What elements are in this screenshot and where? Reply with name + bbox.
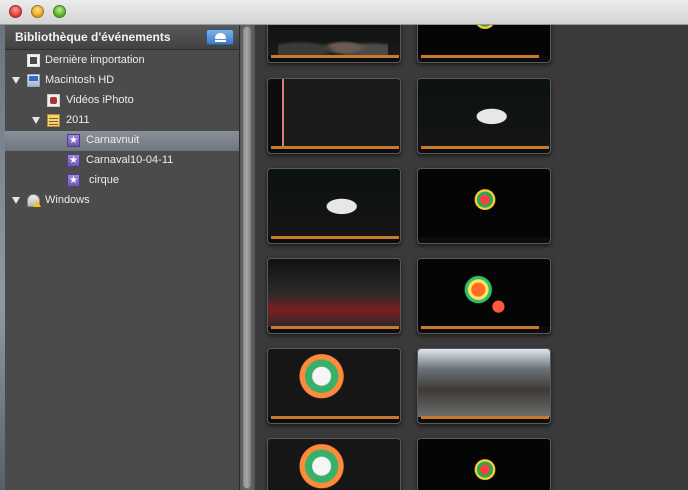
eject-icon bbox=[215, 33, 226, 39]
event-star-icon: ★ bbox=[67, 154, 80, 167]
event-star-icon: ★ bbox=[67, 174, 80, 187]
scrollbar-thumb[interactable] bbox=[243, 27, 251, 488]
sidebar-item-label: cirque bbox=[89, 174, 119, 186]
hard-drive-icon bbox=[27, 74, 40, 87]
sidebar-title: Bibliothèque d'événements bbox=[15, 30, 171, 44]
event-browser bbox=[255, 25, 688, 490]
video-clip-thumbnail[interactable] bbox=[267, 438, 401, 490]
video-clip-thumbnail[interactable] bbox=[417, 78, 551, 154]
calendar-icon bbox=[47, 114, 60, 127]
video-clip-thumbnail[interactable] bbox=[267, 25, 401, 63]
event-library-sidebar: Bibliothèque d'événements Dernière impor… bbox=[5, 25, 239, 490]
sidebar-item-windows[interactable]: Windows bbox=[5, 191, 239, 211]
video-clip-thumbnail[interactable] bbox=[417, 25, 551, 63]
disclosure-triangle-icon[interactable] bbox=[32, 117, 40, 124]
video-clip-thumbnail[interactable] bbox=[267, 258, 401, 334]
video-clip-thumbnail[interactable] bbox=[267, 78, 401, 154]
close-button[interactable] bbox=[9, 5, 22, 18]
minimize-button[interactable] bbox=[31, 5, 44, 18]
video-clip-thumbnail[interactable] bbox=[267, 348, 401, 424]
sidebar-item-label: 2011 bbox=[66, 114, 90, 126]
video-clip-thumbnail[interactable] bbox=[417, 168, 551, 244]
disclosure-triangle-icon[interactable] bbox=[12, 77, 20, 84]
sidebar-item-label: Windows bbox=[45, 194, 90, 206]
sidebar-item-label: Carnavnuit bbox=[86, 134, 140, 146]
sidebar-item-label: Carnaval10-04-11 bbox=[86, 154, 174, 166]
video-clip-thumbnail[interactable] bbox=[417, 258, 551, 334]
sidebar-item-macintosh-hd[interactable]: Macintosh HD bbox=[5, 71, 239, 91]
video-clip-thumbnail[interactable] bbox=[267, 168, 401, 244]
video-clip-thumbnail[interactable] bbox=[417, 348, 551, 424]
eject-button[interactable] bbox=[206, 29, 234, 45]
video-clip-thumbnail[interactable] bbox=[417, 438, 551, 490]
sidebar-item-last-import[interactable]: Dernière importation bbox=[5, 51, 239, 71]
zoom-button[interactable] bbox=[53, 5, 66, 18]
sidebar-item-label: Vidéos iPhoto bbox=[66, 94, 134, 106]
sidebar-scrollbar[interactable] bbox=[239, 25, 255, 490]
sidebar-item-cirque[interactable]: ★ cirque bbox=[5, 171, 239, 191]
sidebar-item-label: Dernière importation bbox=[45, 54, 145, 66]
sidebar-item-carnaval10-04-11[interactable]: ★ Carnaval10-04-11 bbox=[5, 151, 239, 171]
sidebar-item-videos-iphoto[interactable]: Vidéos iPhoto bbox=[5, 91, 239, 111]
disclosure-triangle-icon[interactable] bbox=[12, 197, 20, 204]
network-drive-icon bbox=[27, 194, 41, 207]
sidebar-item-2011[interactable]: 2011 bbox=[5, 111, 239, 131]
sidebar-header: Bibliothèque d'événements bbox=[5, 25, 239, 50]
window-titlebar bbox=[0, 0, 688, 25]
event-star-icon: ★ bbox=[67, 134, 80, 147]
sidebar-item-label: Macintosh HD bbox=[45, 74, 115, 86]
last-import-icon bbox=[27, 54, 40, 67]
sidebar-item-carnavnuit[interactable]: ★ Carnavnuit bbox=[5, 131, 239, 151]
iphoto-icon bbox=[47, 94, 60, 107]
